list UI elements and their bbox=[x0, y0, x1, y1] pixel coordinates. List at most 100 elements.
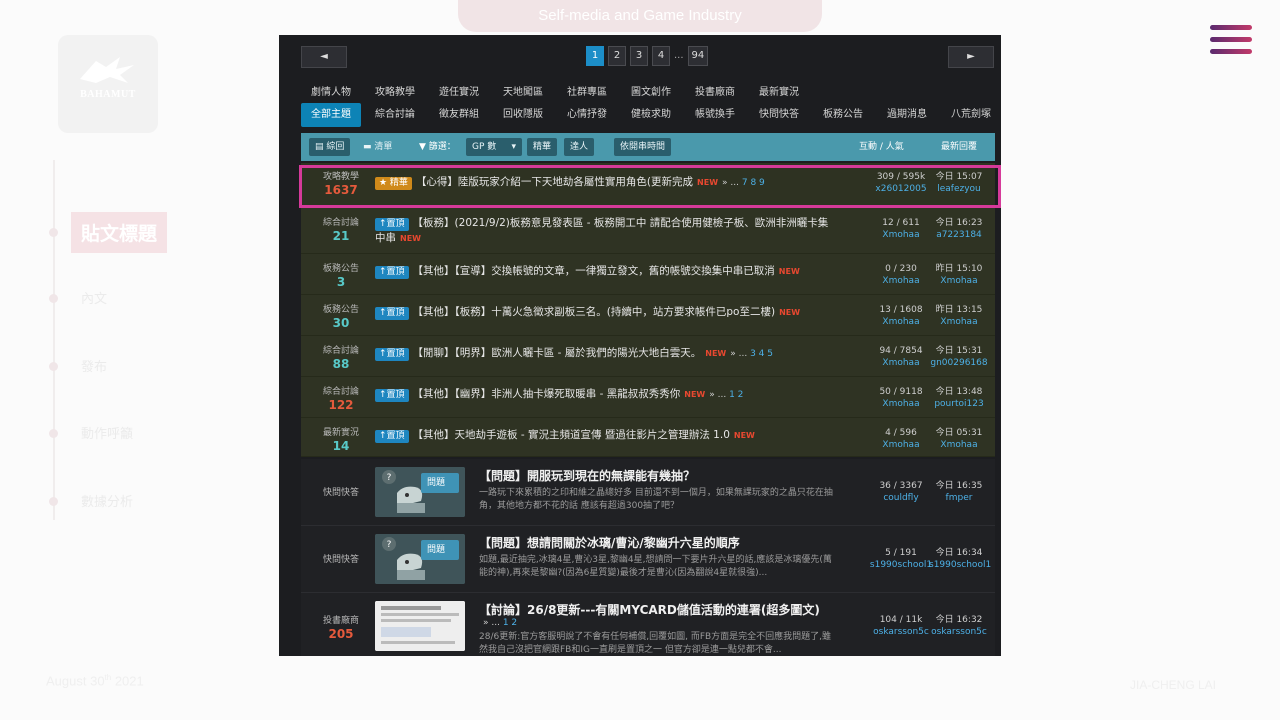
topic-page-links[interactable]: » ... 7 8 9 bbox=[722, 178, 765, 188]
topic-category-count: 1637 bbox=[324, 183, 358, 197]
category-tab-all[interactable]: 全部主題 bbox=[301, 103, 361, 127]
topic-title-text[interactable]: 【其他】【幽界】非洲人抽卡爆死取暖串 - 黑龍叔叔秀秀你 bbox=[413, 388, 681, 400]
last-reply-user-link[interactable]: leafezyou bbox=[929, 183, 989, 195]
topic-page-links[interactable]: » ... 3 4 5 bbox=[730, 349, 773, 359]
topic-category[interactable]: 最新實況 14 bbox=[301, 425, 381, 453]
page-last-button[interactable]: 94 bbox=[687, 46, 709, 66]
topic-title-text[interactable]: 【問題】開服玩到現在的無課能有幾抽？ bbox=[479, 468, 839, 484]
topic-category[interactable]: 投書廠商 205 bbox=[301, 613, 381, 641]
page-1-button[interactable]: 1 bbox=[586, 46, 604, 66]
last-reply-user-link[interactable]: pourtoi123 bbox=[929, 398, 989, 410]
page-4-button[interactable]: 4 bbox=[652, 46, 670, 66]
page-3-button[interactable]: 3 bbox=[630, 46, 648, 66]
topic-title-text[interactable]: 【討論】26/8更新---有關MYCARD儲值活動的連署(超多圖文) bbox=[479, 602, 839, 618]
topic-title[interactable]: ↑置頂 【其他】【板務】十萬火急徵求副板三名。(持續中，站方要求帳件已po至二樓)… bbox=[375, 305, 845, 321]
category-tab[interactable]: 回收隱版 bbox=[503, 103, 543, 127]
category-link[interactable]: 遊任實況 bbox=[439, 83, 479, 98]
topic-page-links[interactable]: » ... 1 2 bbox=[709, 390, 743, 400]
topic-row[interactable]: 綜合討論 21 ↑置頂 【板務】(2021/9/2)板務意見發表區 - 板務開工中 請… bbox=[301, 208, 995, 254]
topic-row[interactable]: 快問快答? 問題 【問題】開服玩到現在的無課能有幾抽？ 一路玩下來累積的之印和維之晶總… bbox=[301, 459, 995, 526]
svg-text:?: ? bbox=[387, 473, 392, 483]
topic-row[interactable]: 快問快答? 問題 【問題】想請問關於冰璃/曹沁/黎幽升六星的順序 如題,最近抽完,冰璃… bbox=[301, 526, 995, 593]
topic-title-text[interactable]: 【其他】天地劫手遊板 - 實況主頻道宣傳 暨過往影片之管理辦法 1.0 bbox=[413, 429, 730, 441]
topic-title-text[interactable]: 【心得】陸版玩家介紹一下天地劫各屬性實用角色(更新完成 bbox=[416, 176, 693, 188]
column-header-last-reply: 最新回覆 bbox=[941, 142, 978, 152]
topic-row[interactable]: 最新實況 14 ↑置頂 【其他】天地劫手遊板 - 實況主頻道宣傳 暨過往影片之管理辦法… bbox=[301, 418, 995, 457]
topic-title[interactable]: ↑置頂 【其他】【宣導】交換帳號的文章，一律獨立發文，舊的帳號交換集中串已取消 NE… bbox=[375, 264, 845, 280]
topic-last-reply: 今日 05:31 Xmohaa bbox=[929, 427, 989, 451]
topic-thumbnail[interactable]: ? 問題 bbox=[375, 534, 465, 584]
category-tab[interactable]: 過期消息 bbox=[887, 103, 927, 127]
next-page-button[interactable]: ► bbox=[948, 46, 994, 68]
page-2-button[interactable]: 2 bbox=[608, 46, 626, 66]
sort-select[interactable]: GP 數 ▾ bbox=[466, 138, 522, 156]
prev-page-button[interactable]: ◄ bbox=[301, 46, 347, 68]
topic-category[interactable]: 快問快答 bbox=[301, 552, 381, 565]
topic-title-text[interactable]: 【問題】想請問關於冰璃/曹沁/黎幽升六星的順序 bbox=[479, 535, 839, 551]
featured-badge: ★ 精華 bbox=[375, 177, 412, 190]
last-reply-user-link[interactable]: s1990school1 bbox=[929, 559, 991, 571]
category-link[interactable]: 社群專區 bbox=[567, 83, 607, 98]
topic-category[interactable]: 板務公告 30 bbox=[301, 302, 381, 330]
category-tab[interactable]: 帳號換手 bbox=[695, 103, 735, 127]
topic-title[interactable]: ★ 精華 【心得】陸版玩家介紹一下天地劫各屬性實用角色(更新完成 NEW» ... … bbox=[375, 175, 845, 191]
order-by-time-button[interactable]: 依開串時間 bbox=[614, 138, 672, 156]
expert-filter-button[interactable]: 達人 bbox=[564, 138, 595, 156]
category-tab[interactable]: 板務公告 bbox=[823, 103, 863, 127]
category-link[interactable]: 最新實況 bbox=[759, 83, 799, 98]
last-reply-user-link[interactable]: Xmohaa bbox=[929, 316, 989, 328]
timeline-label: 數據分析 bbox=[81, 495, 134, 510]
topic-row[interactable]: 攻略教學 1637 ★ 精華 【心得】陸版玩家介紹一下天地劫各屬性實用角色(更新完成 N… bbox=[301, 163, 995, 208]
last-reply-user-link[interactable]: fmper bbox=[929, 492, 989, 504]
category-link[interactable]: 攻略教學 bbox=[375, 83, 415, 98]
last-reply-user-link[interactable]: Xmohaa bbox=[929, 275, 989, 287]
topic-category[interactable]: 綜合討論 122 bbox=[301, 384, 381, 412]
category-tab[interactable]: 健檢求助 bbox=[631, 103, 671, 127]
topic-row[interactable]: 板務公告 30 ↑置頂 【其他】【板務】十萬火急徵求副板三名。(持續中，站方要求帳件已… bbox=[301, 295, 995, 336]
topic-row[interactable]: 綜合討論 122 ↑置頂 【其他】【幽界】非洲人抽卡爆死取暖串 - 黑龍叔叔秀秀你 NE… bbox=[301, 377, 995, 418]
view-list-button[interactable]: ▬ 清單 bbox=[357, 138, 398, 156]
topic-category-count: 30 bbox=[332, 316, 350, 330]
topic-thumbnail[interactable] bbox=[375, 601, 465, 651]
topic-title-text[interactable]: 【閒聊】【明界】歐洲人曬卡區 - 屬於我們的陽光大地白雲天。 bbox=[413, 347, 702, 359]
timeline-label: 發布 bbox=[81, 360, 108, 375]
topic-row[interactable]: 投書廠商 205 【討論】26/8更新---有關MYCARD儲值活動的連署(超多圖文… bbox=[301, 593, 995, 656]
topic-title[interactable]: ↑置頂 【板務】(2021/9/2)板務意見發表區 - 板務開工中 請配合使用健檢… bbox=[375, 216, 835, 247]
topic-title-text[interactable]: 【其他】【板務】十萬火急徵求副板三名。(持續中，站方要求帳件已po至二樓) bbox=[413, 306, 776, 318]
category-link[interactable]: 劇情人物 bbox=[311, 83, 351, 98]
topic-title[interactable]: ↑置頂 【其他】【幽界】非洲人抽卡爆死取暖串 - 黑龍叔叔秀秀你 NEW» ... … bbox=[375, 387, 845, 403]
topic-row[interactable]: 板務公告 3 ↑置頂 【其他】【宣導】交換帳號的文章，一律獨立發文，舊的帳號交換集中串… bbox=[301, 254, 995, 295]
topic-page-links[interactable]: » ... 1 2 bbox=[483, 618, 839, 628]
timeline-dot bbox=[49, 228, 58, 237]
topic-title-text[interactable]: 【其他】【宣導】交換帳號的文章，一律獨立發文，舊的帳號交換集中串已取消 bbox=[413, 265, 775, 277]
topic-thumbnail[interactable]: ? 問題 bbox=[375, 467, 465, 517]
last-reply-user-link[interactable]: a7223184 bbox=[929, 229, 989, 241]
pinned-badge: ↑置頂 bbox=[375, 348, 409, 361]
topic-title[interactable]: ↑置頂 【閒聊】【明界】歐洲人曬卡區 - 屬於我們的陽光大地白雲天。 NEW» ..… bbox=[375, 346, 845, 362]
topic-category[interactable]: 綜合討論 21 bbox=[301, 215, 381, 243]
view-summary-button[interactable]: ▤ 綜回 bbox=[309, 138, 351, 156]
topic-summary: 【問題】開服玩到現在的無課能有幾抽？ 一路玩下來累積的之印和維之晶總好多 目前還不… bbox=[479, 468, 839, 513]
topic-category[interactable]: 攻略教學 1637 bbox=[301, 169, 381, 197]
topic-title[interactable]: ↑置頂 【其他】天地劫手遊板 - 實況主頻道宣傳 暨過往影片之管理辦法 1.0 NE… bbox=[375, 428, 845, 444]
last-reply-user-link[interactable]: oskarsson5c bbox=[929, 626, 989, 638]
footer-date: August 30th 2021 bbox=[46, 673, 144, 689]
topic-category[interactable]: 綜合討論 88 bbox=[301, 343, 381, 371]
featured-filter-button[interactable]: 精華 bbox=[527, 138, 558, 156]
category-link[interactable]: 投書廠商 bbox=[695, 83, 735, 98]
topic-category[interactable]: 快問快答 bbox=[301, 485, 381, 498]
category-tab[interactable]: 快問快答 bbox=[759, 103, 799, 127]
last-reply-user-link[interactable]: gn00296168 bbox=[929, 357, 989, 369]
topic-row[interactable]: 綜合討論 88 ↑置頂 【閒聊】【明界】歐洲人曬卡區 - 屬於我們的陽光大地白雲天。 N… bbox=[301, 336, 995, 377]
category-tab[interactable]: 八荒劍塚 bbox=[951, 103, 991, 127]
last-reply-user-link[interactable]: Xmohaa bbox=[929, 439, 989, 451]
category-tab[interactable]: 心情抒發 bbox=[567, 103, 607, 127]
topic-category[interactable]: 板務公告 3 bbox=[301, 261, 381, 289]
chevron-down-icon: ▾ bbox=[511, 142, 516, 152]
category-link[interactable]: 天地闖區 bbox=[503, 83, 543, 98]
topic-title-text[interactable]: 【板務】(2021/9/2)板務意見發表區 - 板務開工中 請配合使用健檢子板、… bbox=[375, 217, 828, 244]
hamburger-menu-icon[interactable] bbox=[1210, 25, 1252, 61]
category-link[interactable]: 圖文創作 bbox=[631, 83, 671, 98]
category-tab[interactable]: 綜合討論 bbox=[375, 103, 415, 127]
category-tab[interactable]: 徵友群組 bbox=[439, 103, 479, 127]
